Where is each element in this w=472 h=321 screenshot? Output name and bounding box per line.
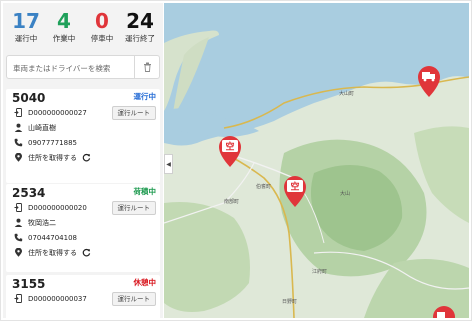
map-view[interactable]: 南部町 伯耆町 大山 日野町 江府町 大山町 空 空: [164, 3, 469, 318]
route-button[interactable]: 運行ルート: [111, 201, 156, 215]
status-badge: 荷積中: [133, 187, 157, 196]
vehicle-card[interactable]: 5040 運行中 D000000000027 運行ルート 山崎直樹 090777…: [6, 89, 160, 183]
device-icon: [14, 108, 23, 117]
vehicle-number: 2534: [12, 186, 46, 200]
marker-label: 空: [225, 141, 234, 153]
clear-search-button[interactable]: [134, 56, 159, 78]
location-pin-icon: [14, 248, 23, 257]
stat-working-label: 作業中: [52, 34, 76, 43]
place-label: 日野町: [282, 298, 297, 305]
device-row: D000000000037 運行ルート: [6, 291, 160, 306]
phone-icon: [14, 233, 23, 242]
stat-running-label: 運行中: [14, 34, 38, 43]
vehicle-sidebar: 17 運行中 4 作業中 0 停車中 24 運行終了 5040 運: [3, 3, 163, 318]
truck-icon: [437, 312, 445, 318]
refresh-icon[interactable]: [82, 248, 91, 257]
driver-name: 山崎直樹: [28, 123, 56, 132]
route-button[interactable]: 運行ルート: [111, 292, 156, 306]
stat-working-count: 4: [57, 9, 71, 33]
vehicle-number: 3155: [12, 277, 46, 291]
stat-finished[interactable]: 24 運行終了: [121, 9, 159, 51]
stat-stopped-count: 0: [95, 9, 109, 33]
stat-finished-label: 運行終了: [125, 34, 155, 43]
get-address-link[interactable]: 住所を取得する: [28, 248, 77, 258]
get-address-link[interactable]: 住所を取得する: [28, 153, 77, 163]
address-row: 住所を取得する: [6, 150, 160, 165]
person-icon: [14, 123, 23, 132]
place-label: 大山町: [339, 90, 354, 97]
search-box: [6, 55, 160, 80]
vehicle-card[interactable]: 3155 休憩中 D000000000037 運行ルート: [6, 275, 160, 318]
marker-label: 空: [290, 181, 299, 193]
device-row: D000000000020 運行ルート: [6, 200, 160, 215]
truck-icon: [422, 72, 430, 79]
driver-name: 牧岡浩二: [28, 218, 56, 227]
trash-icon: [143, 62, 151, 72]
place-label: 大山: [340, 190, 350, 197]
device-row: D000000000027 運行ルート: [6, 105, 160, 120]
status-badge: 休憩中: [133, 278, 157, 287]
person-icon: [14, 218, 23, 227]
address-row: 住所を取得する: [6, 245, 160, 260]
place-label: 江府町: [312, 268, 327, 275]
device-icon: [14, 203, 23, 212]
device-id: D000000000020: [28, 203, 87, 212]
device-id: D000000000027: [28, 108, 87, 117]
status-badge: 運行中: [133, 92, 157, 101]
stat-stopped-label: 停車中: [90, 34, 114, 43]
place-label: 南部町: [224, 198, 239, 205]
driver-row: 山崎直樹: [6, 120, 160, 135]
search-input[interactable]: [7, 57, 137, 80]
route-button[interactable]: 運行ルート: [111, 106, 156, 120]
phone-number: 09077771885: [28, 138, 77, 147]
phone-row: 07044704108: [6, 230, 160, 245]
stat-running-count: 17: [12, 9, 40, 33]
stat-finished-count: 24: [126, 9, 154, 33]
collapse-sidebar-button[interactable]: ◀: [164, 154, 173, 174]
phone-row: 09077771885: [6, 135, 160, 150]
device-icon: [14, 294, 23, 303]
status-summary: 17 運行中 4 作業中 0 停車中 24 運行終了: [3, 3, 163, 51]
driver-row: 牧岡浩二: [6, 215, 160, 230]
vehicle-number: 5040: [12, 91, 46, 105]
map-canvas[interactable]: 南部町 伯耆町 大山 日野町 江府町 大山町 空 空: [164, 3, 469, 318]
place-label: 伯耆町: [256, 183, 271, 190]
stat-working[interactable]: 4 作業中: [45, 9, 83, 51]
refresh-icon[interactable]: [82, 153, 91, 162]
location-pin-icon: [14, 153, 23, 162]
phone-icon: [14, 138, 23, 147]
stat-stopped[interactable]: 0 停車中: [83, 9, 121, 51]
stat-running[interactable]: 17 運行中: [7, 9, 45, 51]
phone-number: 07044704108: [28, 233, 77, 242]
vehicle-card[interactable]: 2534 荷積中 D000000000020 運行ルート 牧岡浩二 070447…: [6, 184, 160, 272]
chevron-left-icon: ◀: [166, 160, 171, 168]
device-id: D000000000037: [28, 294, 87, 303]
